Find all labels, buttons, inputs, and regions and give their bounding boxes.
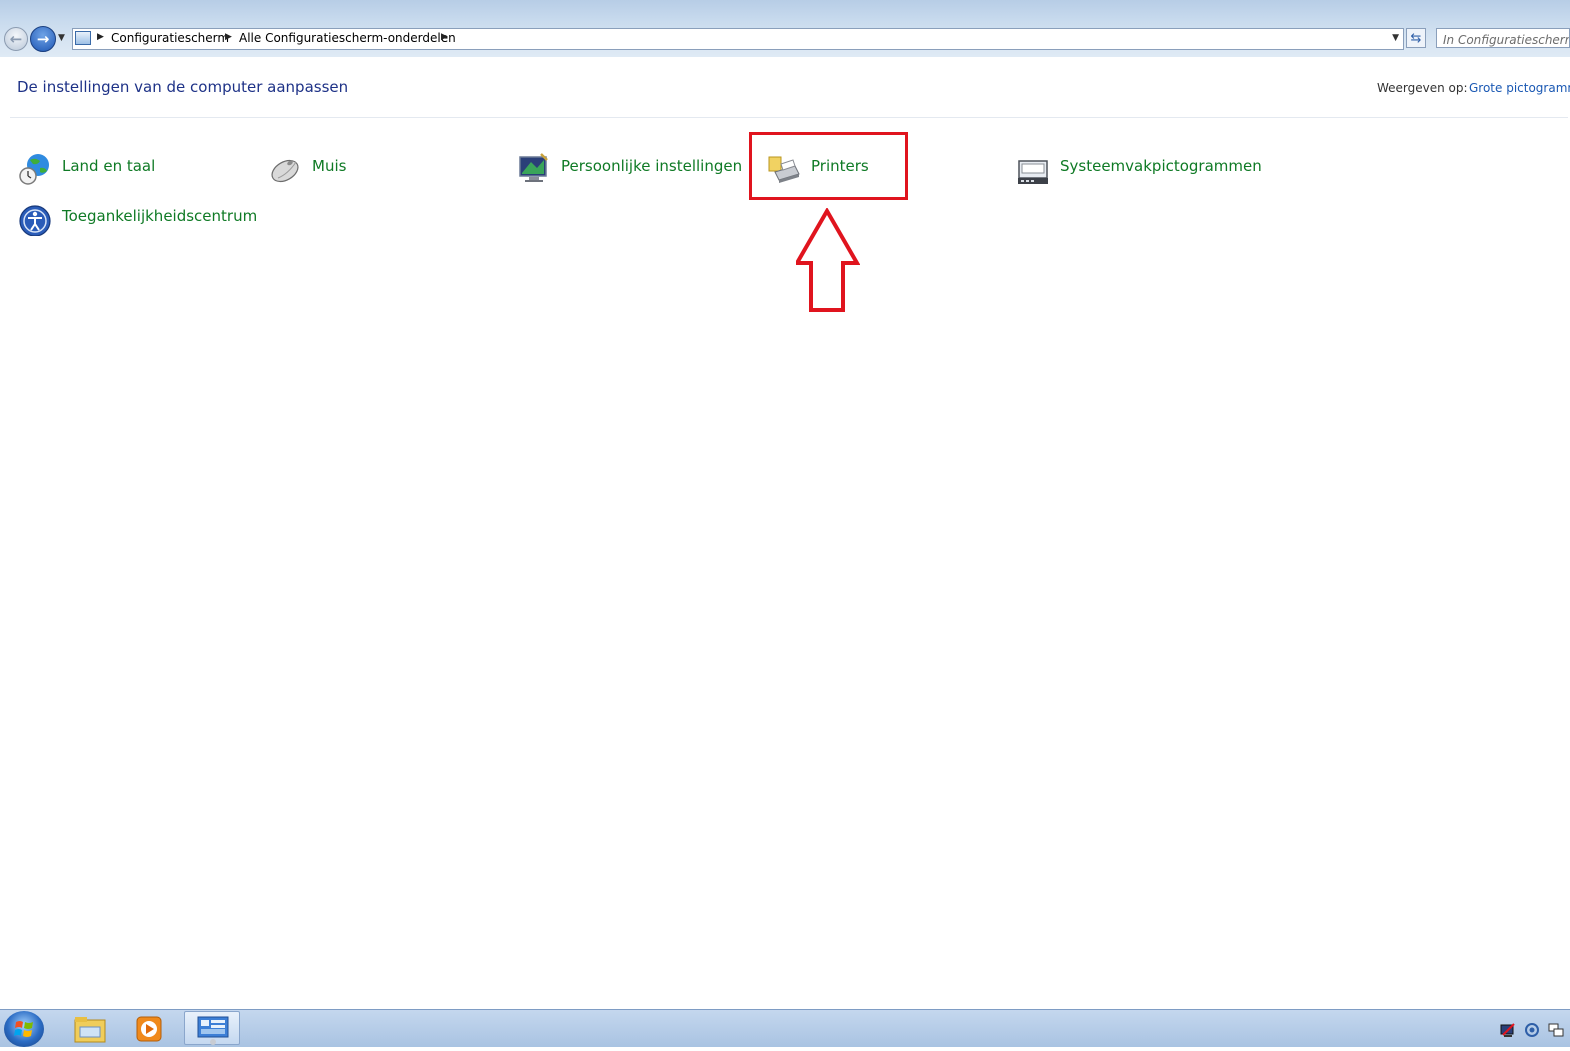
globe-clock-icon bbox=[19, 154, 49, 185]
view-by-label: Weergeven op: bbox=[1377, 81, 1468, 95]
item-label: Persoonlijke instellingen bbox=[561, 157, 743, 175]
back-arrow-icon: ← bbox=[9, 30, 23, 48]
show-desktop-icon[interactable] bbox=[1548, 1022, 1564, 1038]
network-icon[interactable] bbox=[1500, 1022, 1516, 1038]
windows-logo-icon bbox=[14, 1021, 33, 1037]
forward-arrow-icon: → bbox=[36, 30, 50, 48]
item-land-en-taal[interactable]: Land en taal bbox=[18, 148, 158, 188]
item-muis[interactable]: Muis bbox=[268, 148, 358, 188]
windows-explorer-icon bbox=[74, 1017, 106, 1043]
breadcrumb-separator-icon[interactable]: ▶ bbox=[441, 32, 448, 42]
item-label: Toegankelijkheidscentrum bbox=[62, 207, 258, 225]
taskbar-media-player-button[interactable] bbox=[122, 1011, 178, 1045]
search-box[interactable] bbox=[1436, 28, 1570, 48]
taskbar-explorer-button[interactable] bbox=[62, 1011, 118, 1045]
taskbar-control-panel-button[interactable] bbox=[184, 1011, 240, 1045]
back-button[interactable]: ← bbox=[4, 27, 28, 51]
item-label: Systeemvakpictogrammen bbox=[1060, 157, 1262, 175]
breadcrumb-separator-icon[interactable]: ▶ bbox=[225, 32, 232, 42]
mouse-icon bbox=[271, 159, 299, 183]
control-panel-icon bbox=[197, 1016, 229, 1045]
breadcrumb-configuratiescherm[interactable]: Configuratiescherm bbox=[111, 31, 229, 45]
item-label: Land en taal bbox=[62, 157, 156, 175]
up-arrow-annotation-icon bbox=[796, 208, 860, 312]
item-toegankelijkheidscentrum[interactable]: Toegankelijkheidscentrum bbox=[18, 198, 258, 238]
control-panel-icon bbox=[75, 31, 91, 45]
address-box[interactable]: ▶ Configuratiescherm ▶ Alle Configuratie… bbox=[72, 28, 1404, 50]
volume-icon[interactable] bbox=[1524, 1022, 1540, 1038]
start-button[interactable] bbox=[4, 1011, 44, 1047]
refresh-button[interactable]: ⇆ bbox=[1406, 28, 1426, 48]
forward-button[interactable]: → bbox=[30, 26, 56, 52]
item-persoonlijke-instellingen[interactable]: Persoonlijke instellingen bbox=[517, 148, 742, 188]
accessibility-icon bbox=[19, 205, 51, 236]
notification-area-icon bbox=[1018, 160, 1048, 184]
media-player-icon bbox=[136, 1016, 162, 1042]
item-systeemvakpictogrammen[interactable]: Systeemvakpictogrammen bbox=[1016, 148, 1262, 188]
address-dropdown-icon[interactable]: ▼ bbox=[1392, 33, 1399, 43]
taskbar bbox=[0, 1009, 1570, 1047]
page-title: De instellingen van de computer aanpasse… bbox=[17, 78, 349, 96]
recent-pages-dropdown-icon[interactable]: ▼ bbox=[58, 33, 65, 43]
refresh-icon: ⇆ bbox=[1410, 31, 1422, 46]
search-input[interactable] bbox=[1437, 31, 1569, 47]
breadcrumb-alle-onderdelen[interactable]: Alle Configuratiescherm-onderdelen bbox=[239, 31, 456, 45]
address-bar-region: ← → ▼ ▶ Configuratiescherm ▶ Alle Config… bbox=[0, 0, 1570, 57]
view-by-dropdown[interactable]: Grote pictogrammen bbox=[1469, 81, 1570, 95]
monitor-brush-icon bbox=[519, 153, 548, 182]
header-divider bbox=[10, 117, 1568, 118]
printers-highlight-box bbox=[749, 132, 908, 200]
item-label: Muis bbox=[312, 157, 347, 175]
breadcrumb-separator-icon[interactable]: ▶ bbox=[97, 32, 104, 42]
